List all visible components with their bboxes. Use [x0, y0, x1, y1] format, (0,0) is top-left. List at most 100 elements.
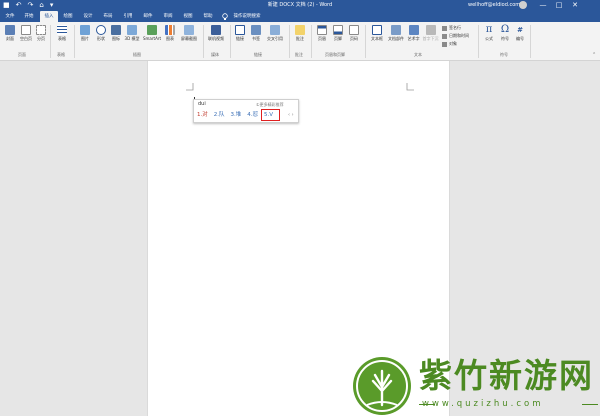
- picture-icon: [80, 25, 90, 35]
- bookmark-icon: [251, 25, 261, 35]
- link-icon: [235, 25, 245, 35]
- minimize-button[interactable]: —: [535, 0, 551, 11]
- group-separator: [365, 25, 366, 58]
- tab-references[interactable]: 引用: [120, 11, 136, 22]
- comment-button[interactable]: 批注: [293, 25, 307, 42]
- screenshot-button[interactable]: 屏幕截图: [178, 25, 200, 42]
- tab-review[interactable]: 审阅: [160, 11, 176, 22]
- margin-corner-top-right: [406, 83, 414, 91]
- candidate-highlight-box: [261, 109, 280, 121]
- number-button[interactable]: # 编号: [514, 25, 526, 42]
- number-label: 编号: [516, 36, 524, 41]
- group-separator: [50, 25, 51, 58]
- tab-insert[interactable]: 插入: [40, 11, 58, 22]
- page-break-label: 分页: [37, 36, 45, 41]
- group-separator: [530, 25, 531, 58]
- footer-button[interactable]: 页脚: [331, 25, 345, 42]
- tab-layout[interactable]: 布局: [100, 11, 116, 22]
- watermark-title: 紫竹新游网: [419, 356, 594, 395]
- ime-recommendation-hint[interactable]: ①更多精彩推荐: [256, 101, 284, 108]
- footer-label: 页脚: [334, 36, 342, 41]
- object-button[interactable]: 对象: [442, 41, 457, 47]
- collapse-ribbon-icon[interactable]: ⌃: [592, 52, 596, 58]
- tab-home[interactable]: 开始: [20, 11, 38, 22]
- group-label-illustrations: 插图: [133, 52, 141, 57]
- text-box-label: 文本框: [371, 36, 383, 41]
- cover-page-button[interactable]: 封面: [3, 25, 17, 42]
- smartart-label: SmartArt: [142, 36, 162, 41]
- wordart-label: 艺术字: [407, 36, 420, 41]
- quick-parts-button[interactable]: 文档部件: [387, 25, 405, 42]
- watermark-logo: [353, 357, 411, 415]
- table-icon: [57, 25, 67, 35]
- bookmark-label: 书签: [252, 36, 260, 41]
- user-account[interactable]: wellhoff@eldiod.com: [468, 1, 520, 10]
- icons-button[interactable]: 图标: [110, 25, 122, 42]
- cross-reference-button[interactable]: 交叉引用: [264, 25, 286, 42]
- header-button[interactable]: 页眉: [315, 25, 329, 42]
- smartart-button[interactable]: SmartArt: [142, 25, 162, 42]
- bookmark-button[interactable]: 书签: [250, 25, 262, 42]
- group-label-pages: 页面: [18, 52, 26, 57]
- signature-line-button[interactable]: 签名行: [442, 25, 461, 31]
- pictures-button[interactable]: 图片: [78, 25, 92, 42]
- drop-cap-icon: [425, 25, 436, 35]
- blank-page-button[interactable]: 空白页: [19, 25, 33, 42]
- ime-candidate[interactable]: 2.队: [214, 111, 225, 120]
- text-box-icon: [372, 25, 382, 35]
- video-icon: [211, 25, 221, 35]
- group-separator: [478, 25, 479, 58]
- tab-file[interactable]: 文件: [2, 11, 18, 22]
- ime-candidate-window: dui ①更多精彩推荐 1.对 2.队 3.堆 4.怼 5.V ‹ ›: [193, 99, 299, 123]
- chart-button[interactable]: 图表: [164, 25, 176, 42]
- online-video-button[interactable]: 联机视频: [206, 25, 226, 42]
- 3d-model-icon: [127, 25, 137, 35]
- shapes-button[interactable]: 形状: [94, 25, 108, 42]
- ime-page-arrows[interactable]: ‹ ›: [288, 111, 294, 120]
- page-number-button[interactable]: 页码: [347, 25, 361, 42]
- group-label-tables: 表格: [57, 52, 65, 57]
- group-separator: [74, 25, 75, 58]
- tab-design[interactable]: 设计: [80, 11, 96, 22]
- quick-parts-icon: [391, 25, 401, 35]
- lightbulb-icon: [221, 11, 229, 22]
- equation-button[interactable]: π 公式: [483, 25, 495, 42]
- ime-candidate[interactable]: 3.堆: [231, 111, 242, 120]
- cross-reference-icon: [270, 25, 280, 35]
- text-box-button[interactable]: 文本框: [369, 25, 385, 42]
- drop-cap-button[interactable]: 首字下沉: [422, 25, 439, 42]
- watermark-divider-right: [582, 404, 598, 405]
- ime-candidate[interactable]: 1.对: [197, 111, 208, 120]
- table-label: 表格: [58, 36, 66, 41]
- screenshot-label: 屏幕截图: [181, 36, 197, 41]
- margin-corner-top-left: [186, 83, 194, 91]
- 3d-models-button[interactable]: 3D 模型: [124, 25, 140, 42]
- ribbon: 封面 空白页 分页 页面 表格 表格 图片 形状 图标 3D 模型 SmartA…: [0, 22, 600, 61]
- chart-label: 图表: [166, 36, 174, 41]
- page-break-icon: [36, 25, 46, 35]
- wordart-button[interactable]: 艺术字: [406, 25, 421, 42]
- screenshot-icon: [184, 25, 194, 35]
- maximize-button[interactable]: □: [551, 0, 567, 11]
- 3d-models-label: 3D 模型: [124, 36, 140, 41]
- ime-candidate[interactable]: 4.怼: [247, 111, 258, 120]
- close-button[interactable]: ✕: [567, 0, 583, 11]
- group-label-symbols: 符号: [500, 52, 508, 57]
- icons-icon: [111, 25, 121, 35]
- symbol-button[interactable]: Ω 符号: [499, 25, 511, 42]
- group-separator: [289, 25, 290, 58]
- tab-mailings[interactable]: 邮件: [140, 11, 156, 22]
- tab-view[interactable]: 视图: [180, 11, 196, 22]
- link-button[interactable]: 链接: [234, 25, 246, 42]
- date-time-button[interactable]: 日期和时间: [442, 33, 469, 39]
- tab-draw[interactable]: 绘图: [60, 11, 76, 22]
- pictures-label: 图片: [81, 36, 89, 41]
- table-button[interactable]: 表格: [55, 25, 69, 42]
- chart-icon: [165, 25, 175, 35]
- tab-help[interactable]: 帮助: [200, 11, 216, 22]
- page-break-button[interactable]: 分页: [35, 25, 47, 42]
- tell-me-search[interactable]: 操作说明搜索: [230, 11, 264, 22]
- wordart-icon: [408, 25, 419, 35]
- avatar[interactable]: [519, 1, 527, 9]
- group-label-header-footer: 页眉和页脚: [325, 52, 345, 57]
